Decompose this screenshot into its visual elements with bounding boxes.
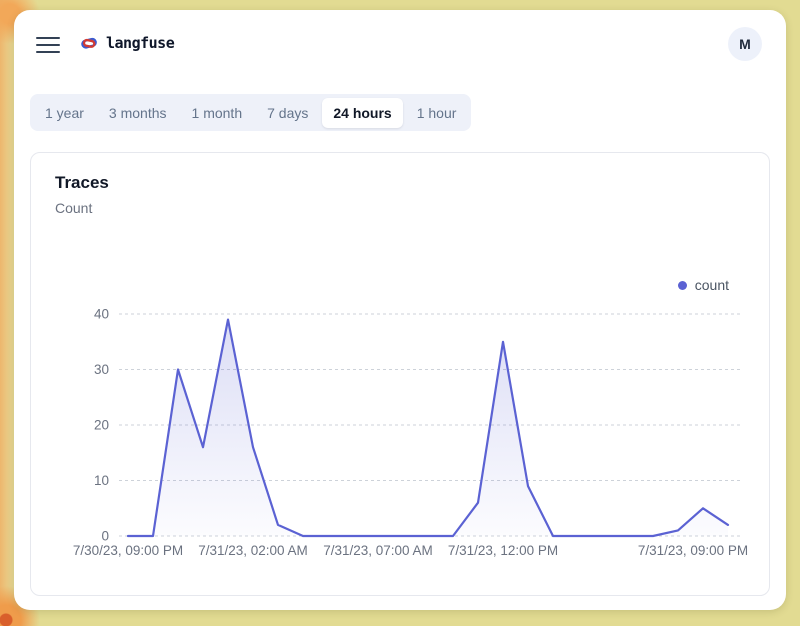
top-nav: langfuse M [14,10,786,80]
user-avatar[interactable]: M [728,27,762,61]
knot-logo-icon [80,34,98,52]
app-window: langfuse M 1 year 3 months 1 month 7 day… [14,10,786,610]
y-tick-label: 40 [94,307,109,322]
y-tick-label: 20 [94,418,109,433]
tab-3-months[interactable]: 3 months [98,98,178,128]
count-area-fill [128,320,728,536]
traces-card: Traces Count count 0 10 20 30 40 7/30/23, 09:… [30,152,770,596]
x-tick-label: 7/31/23, 12:00 PM [448,543,558,558]
x-tick-label: 7/31/23, 09:00 PM [638,543,748,558]
legend-label: count [695,277,729,293]
brand-name: langfuse [106,34,174,52]
tab-1-month[interactable]: 1 month [181,98,254,128]
tab-1-hour[interactable]: 1 hour [406,98,468,128]
y-tick-label: 30 [94,362,109,377]
chart-legend: count [678,277,729,293]
legend-dot-icon [678,281,687,290]
traces-area-chart[interactable]: 0 10 20 30 40 7/30/23, 09:00 PM 7/31/23, 02:00… [31,298,771,588]
x-tick-label: 7/31/23, 07:00 AM [323,543,433,558]
menu-icon[interactable] [36,37,60,53]
tab-7-days[interactable]: 7 days [256,98,319,128]
x-tick-label: 7/30/23, 09:00 PM [73,543,183,558]
x-tick-label: 7/31/23, 02:00 AM [198,543,308,558]
y-tick-label: 0 [101,529,109,544]
brand[interactable]: langfuse [80,34,174,52]
tab-1-year[interactable]: 1 year [34,98,95,128]
y-tick-label: 10 [94,473,109,488]
card-title: Traces [55,173,109,193]
tab-24-hours[interactable]: 24 hours [322,98,402,128]
card-subtitle: Count [55,200,92,216]
time-range-tabs: 1 year 3 months 1 month 7 days 24 hours … [30,94,471,131]
